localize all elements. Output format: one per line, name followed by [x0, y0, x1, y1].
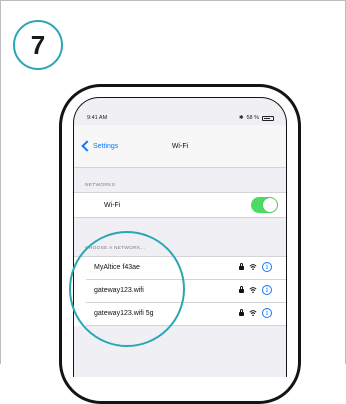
wifi-toggle-row: Wi-Fi	[74, 192, 286, 218]
step-number: 7	[30, 29, 46, 60]
network-row[interactable]: gateway123.wifi 5g i	[86, 303, 286, 326]
status-right: ✱ 58 %	[239, 115, 274, 121]
network-row[interactable]: MyAltice f43ae i	[86, 257, 286, 280]
networks-section-label: NETWORKS	[85, 183, 116, 188]
lock-icon	[239, 309, 244, 316]
network-icons: i	[239, 262, 272, 272]
wifi-icon	[249, 264, 257, 271]
info-icon[interactable]: i	[262, 285, 272, 295]
nav-bar: Settings Wi-Fi	[74, 125, 286, 168]
lock-icon	[239, 263, 244, 270]
info-icon[interactable]: i	[262, 262, 272, 272]
wifi-toggle-switch[interactable]	[251, 197, 278, 213]
toggle-knob	[263, 198, 277, 212]
wifi-toggle-label: Wi-Fi	[104, 202, 121, 209]
network-name: gateway123.wifi	[94, 287, 144, 294]
network-name: MyAltice f43ae	[94, 264, 140, 271]
network-icons: i	[239, 285, 272, 295]
info-icon[interactable]: i	[262, 308, 272, 318]
network-icons: i	[239, 308, 272, 318]
status-time: 9:41 AM	[87, 115, 108, 121]
status-bar: 9:41 AM ✱ 58 %	[74, 112, 286, 122]
phone-screen: 9:41 AM ✱ 58 % Settings Wi-Fi NETWORKS W…	[73, 97, 287, 377]
bluetooth-icon: ✱	[238, 115, 244, 121]
lock-icon	[239, 286, 244, 293]
battery-icon	[262, 115, 274, 121]
wifi-icon	[249, 287, 257, 294]
step-number-badge: 7	[13, 20, 63, 70]
network-row[interactable]: gateway123.wifi i	[86, 280, 286, 303]
page-title: Wi-Fi	[171, 143, 189, 150]
network-list: MyAltice f43ae i gateway123.wifi i gatew…	[74, 256, 286, 326]
choose-network-label: CHOOSE A NETWORK...	[85, 246, 146, 251]
battery-percent: 58 %	[246, 115, 259, 121]
wifi-icon	[249, 310, 257, 317]
network-name: gateway123.wifi 5g	[94, 310, 154, 317]
